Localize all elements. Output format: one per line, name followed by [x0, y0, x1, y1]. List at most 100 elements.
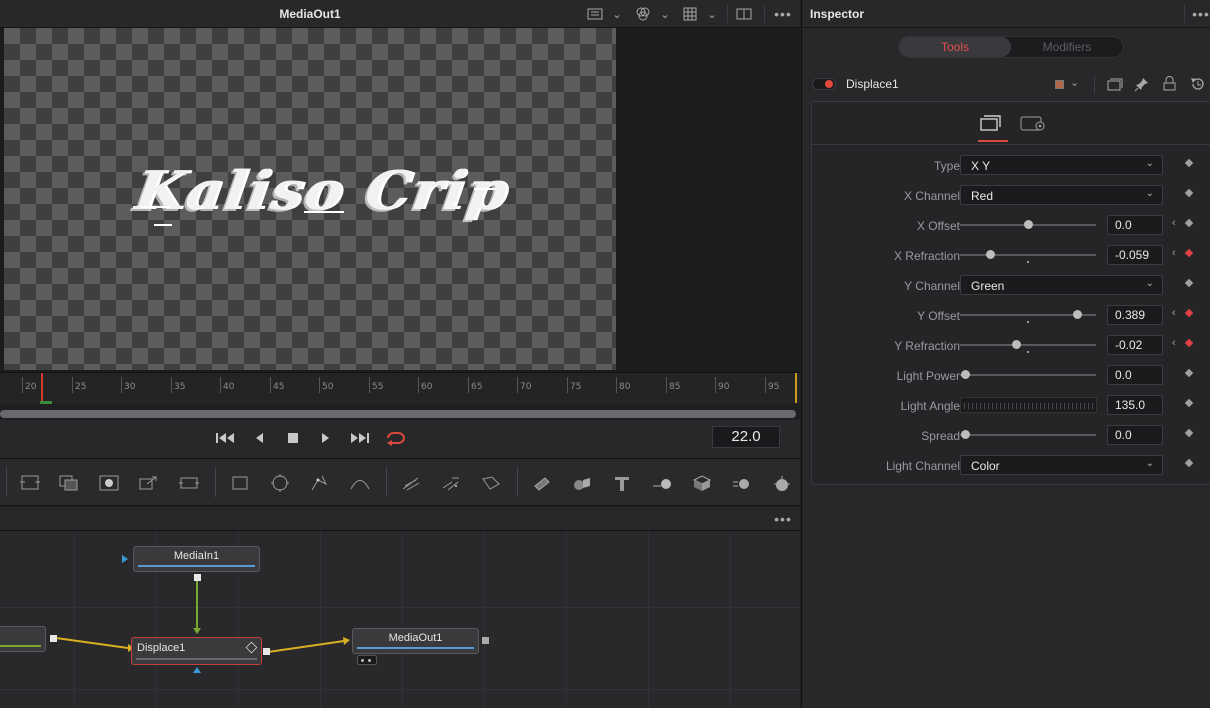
go-to-end-button[interactable] [347, 428, 373, 448]
output-port[interactable] [263, 648, 270, 655]
output-port[interactable] [482, 637, 489, 644]
controls-page-icon[interactable] [979, 114, 1003, 135]
tab-modifiers[interactable]: Modifiers [1011, 37, 1123, 57]
tool-enable-toggle[interactable] [812, 78, 836, 90]
light-channel-dropdown[interactable]: Color ⌄ [960, 455, 1163, 475]
play-reverse-button[interactable] [246, 428, 272, 448]
spread-slider[interactable] [960, 430, 1096, 439]
grid-icon[interactable] [680, 6, 700, 22]
polygon-mask-icon[interactable] [307, 471, 333, 495]
loop-icon[interactable] [382, 428, 408, 448]
y-refraction-slider[interactable] [960, 340, 1096, 349]
y-channel-dropdown[interactable]: Green ⌄ [960, 275, 1163, 295]
y-offset-slider[interactable] [960, 310, 1096, 319]
chevron-down-icon[interactable]: ⌄ [658, 6, 672, 22]
y-offset-field[interactable]: 0.389 [1107, 305, 1163, 325]
keyframe-icon[interactable] [1184, 308, 1194, 318]
output-port[interactable] [194, 574, 201, 581]
ellipse-mask-icon[interactable] [267, 471, 293, 495]
stop-button[interactable] [280, 428, 306, 448]
slider-knob[interactable] [1024, 220, 1033, 229]
light-angle-thumbwheel[interactable] [960, 397, 1097, 413]
versions-icon[interactable] [1107, 78, 1123, 94]
keyframe-icon[interactable] [1184, 188, 1194, 198]
color-channels-icon[interactable] [633, 6, 653, 22]
pin-icon[interactable] [1134, 77, 1149, 95]
slider-knob[interactable] [1072, 310, 1082, 319]
slider-knob[interactable] [1011, 340, 1021, 349]
x-refraction-field[interactable]: -0.059 [1107, 245, 1163, 265]
go-to-start-button[interactable] [212, 428, 238, 448]
renderer-3d-icon[interactable] [729, 471, 755, 495]
particle-style-icon[interactable] [478, 471, 504, 495]
text-plus-tool-icon[interactable] [96, 471, 122, 495]
tool-color-swatch[interactable] [1055, 80, 1064, 89]
keyframe-icon[interactable] [1184, 248, 1194, 258]
keyframe-icon[interactable] [1184, 338, 1194, 348]
keyframe-icon[interactable] [1184, 158, 1194, 168]
current-frame-field[interactable]: 22.0 [712, 426, 780, 448]
chevron-down-icon[interactable]: ⌄ [1070, 76, 1079, 89]
prev-keyframe-icon[interactable]: ‹ [1172, 247, 1176, 259]
transform-tool-icon[interactable] [176, 471, 202, 495]
keyframe-icon[interactable] [1184, 368, 1194, 378]
prev-keyframe-icon[interactable]: ‹ [1172, 217, 1176, 229]
merge-3d-icon[interactable] [649, 471, 675, 495]
background-tool-icon[interactable] [17, 471, 43, 495]
tab-tools[interactable]: Tools [899, 37, 1011, 57]
shape-3d-icon[interactable] [569, 471, 595, 495]
slider-knob[interactable] [961, 370, 971, 379]
light-power-slider[interactable] [960, 370, 1096, 379]
light-power-field[interactable]: 0.0 [1107, 365, 1163, 385]
keyframe-icon[interactable] [1184, 218, 1194, 228]
lock-icon[interactable] [1163, 76, 1176, 94]
spot-light-3d-icon[interactable] [769, 471, 795, 495]
mask-input-icon[interactable] [193, 667, 201, 673]
particle-render-icon[interactable] [438, 471, 464, 495]
rectangle-mask-icon[interactable] [227, 471, 253, 495]
timeline-scrollbar[interactable] [0, 410, 796, 418]
camera-3d-icon[interactable] [689, 471, 715, 495]
x-offset-field[interactable]: 0.0 [1107, 215, 1163, 235]
type-dropdown[interactable]: X Y ⌄ [960, 155, 1163, 175]
slider-knob[interactable] [985, 250, 995, 259]
bspline-mask-icon[interactable] [347, 471, 373, 495]
settings-page-icon[interactable] [1020, 114, 1046, 135]
text-3d-icon[interactable] [609, 471, 635, 495]
more-options-icon[interactable]: ••• [1190, 6, 1210, 22]
reset-icon[interactable] [1190, 77, 1205, 95]
x-refraction-slider[interactable] [960, 250, 1096, 259]
viewer-canvas[interactable]: Kaliso Crip [0, 28, 800, 372]
x-channel-dropdown[interactable]: Red ⌄ [960, 185, 1163, 205]
keyframe-icon[interactable] [1184, 458, 1194, 468]
keyframe-icon[interactable] [1184, 428, 1194, 438]
spread-field[interactable]: 0.0 [1107, 425, 1163, 445]
slider-knob[interactable] [961, 430, 971, 439]
chevron-down-icon[interactable]: ⌄ [705, 6, 719, 22]
image-plane-3d-icon[interactable] [529, 471, 555, 495]
node-editor-canvas[interactable]: MediaIn1 Displace1 MediaOut1 [0, 531, 800, 708]
output-port[interactable] [50, 635, 57, 642]
particle-emitter-icon[interactable] [398, 471, 424, 495]
keyframe-icon[interactable] [1184, 278, 1194, 288]
paint-tool-icon[interactable] [56, 471, 82, 495]
split-view-icon[interactable] [734, 6, 754, 22]
play-forward-button[interactable] [313, 428, 339, 448]
prev-keyframe-icon[interactable]: ‹ [1172, 337, 1176, 349]
node-mediaout1[interactable]: MediaOut1 [352, 628, 479, 654]
node-mediain1[interactable]: MediaIn1 [133, 546, 260, 572]
source-node[interactable] [0, 626, 46, 652]
more-options-icon[interactable]: ••• [772, 6, 794, 22]
y-refraction-field[interactable]: -0.02 [1107, 335, 1163, 355]
prev-keyframe-icon[interactable]: ‹ [1172, 307, 1176, 319]
timeline-ruler[interactable]: 20 25 30 35 40 45 50 55 60 65 70 75 80 85 90 95 [0, 372, 800, 404]
render-range-end[interactable] [795, 373, 797, 403]
keyframe-icon[interactable] [1184, 398, 1194, 408]
viewer-assignment-icon[interactable] [357, 655, 377, 665]
chevron-down-icon[interactable]: ⌄ [610, 6, 624, 22]
viewer-layout-icon[interactable] [585, 6, 605, 22]
node-displace1[interactable]: Displace1 [131, 637, 262, 665]
merge-tool-icon[interactable] [136, 471, 162, 495]
more-options-icon[interactable]: ••• [772, 511, 794, 527]
light-angle-field[interactable]: 135.0 [1107, 395, 1163, 415]
